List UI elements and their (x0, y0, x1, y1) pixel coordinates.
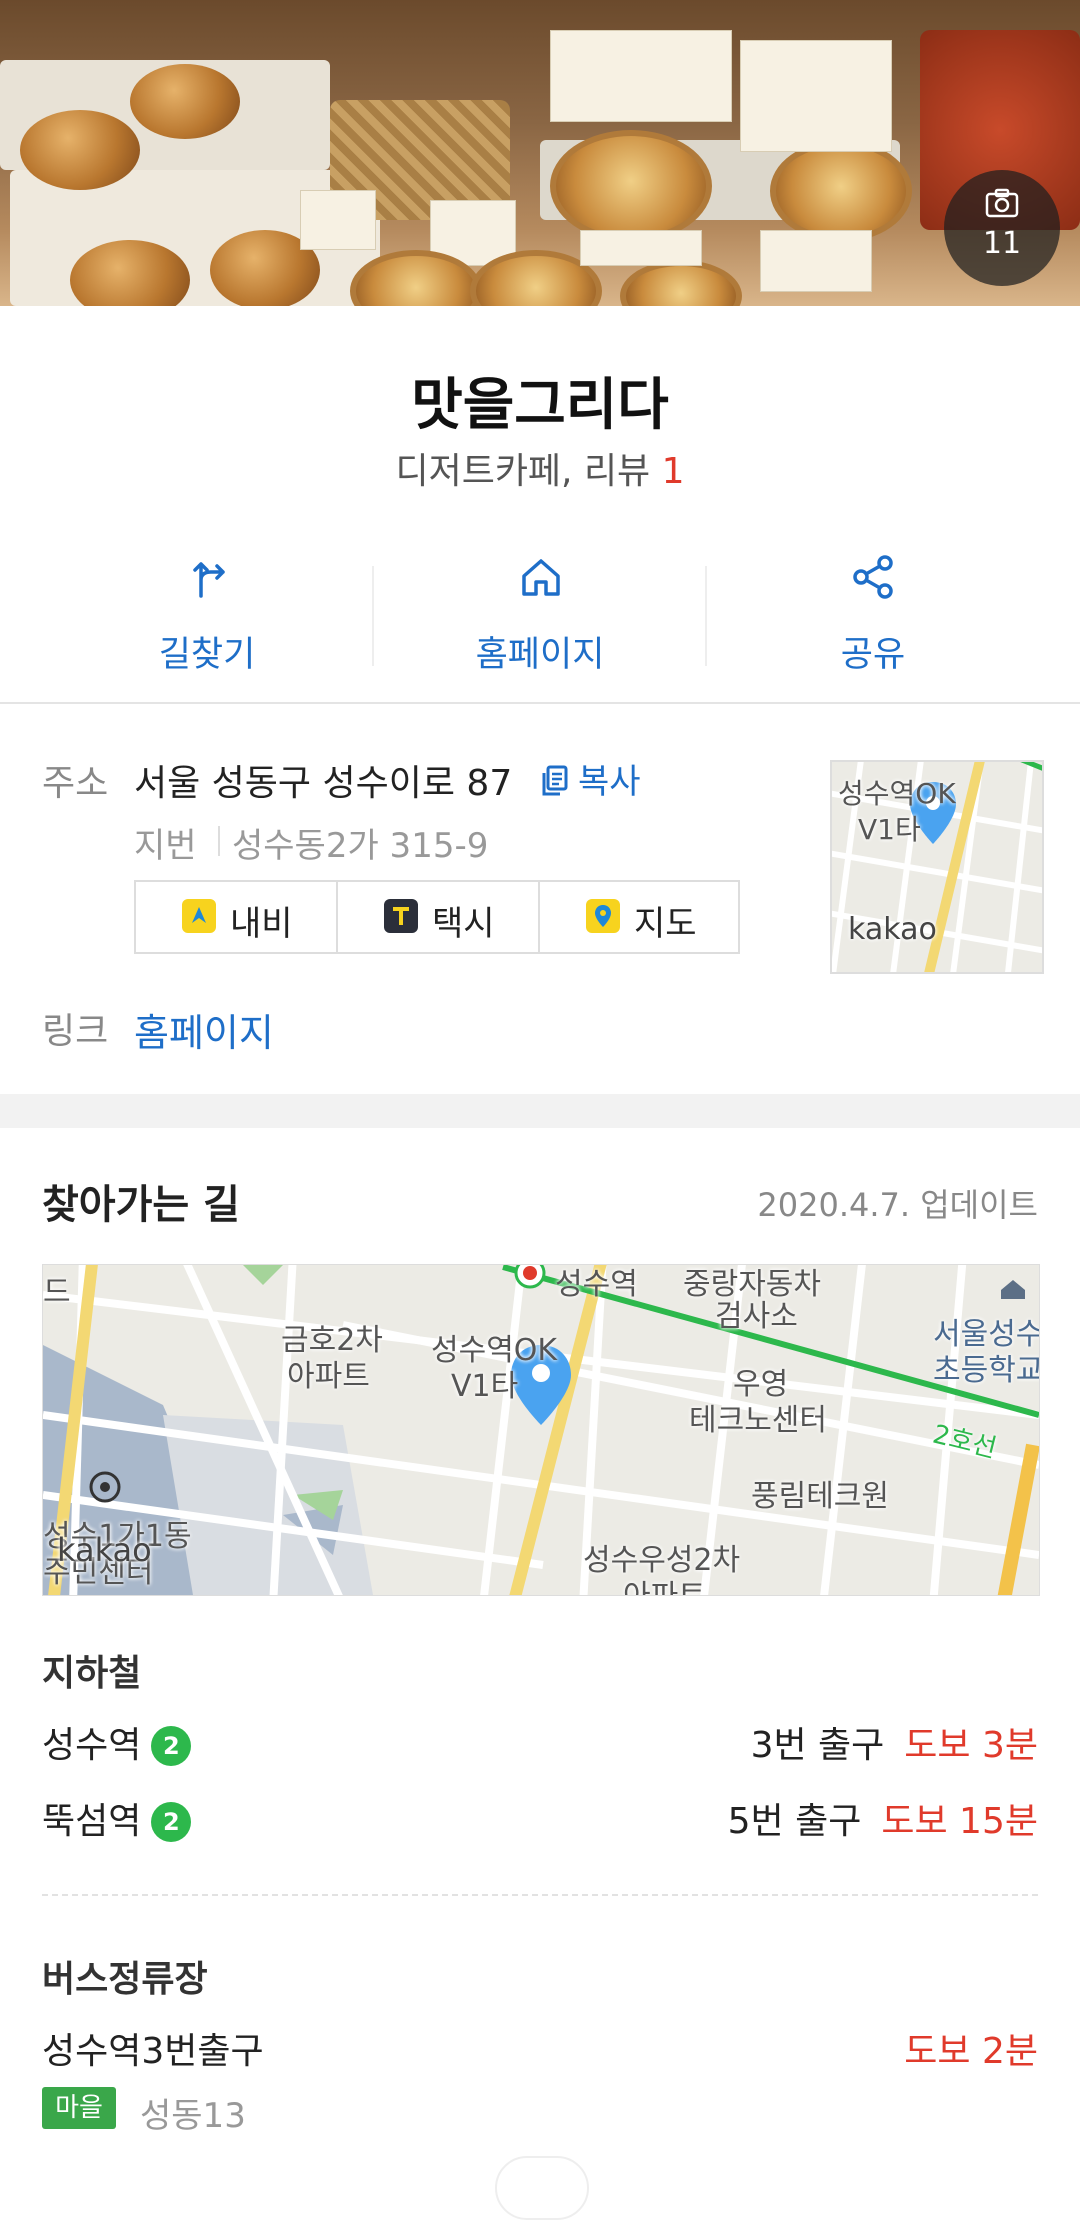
map-label: 검사소 (715, 1299, 798, 1334)
map-label: 아파트 (287, 1359, 370, 1394)
kakao-taxi-icon (384, 899, 418, 933)
line-2-badge: 2 (151, 1726, 192, 1766)
map-button[interactable]: 지도 (540, 882, 740, 952)
directions-button[interactable]: 길찾기 (40, 546, 374, 686)
subway-station[interactable]: 뚝섬역 2 (42, 1792, 192, 1844)
price-tag (760, 230, 872, 292)
mini-map[interactable]: 성수역OK V1타 kakao (830, 760, 1044, 974)
exit-number: 3번 출구 (750, 1725, 885, 1766)
map-label: 테크노센터 (689, 1403, 827, 1438)
scone-pastry (130, 64, 240, 139)
map-label: 풍림테크원 (751, 1479, 889, 1514)
subway-station[interactable]: 성수역 2 (42, 1716, 192, 1768)
divider (218, 826, 220, 856)
walk-time: 도보 3분 (904, 1725, 1038, 1766)
station-exit-info: 5번 출구 도보 15분 (728, 1792, 1038, 1844)
place-name: 맛을그리다 (411, 373, 669, 438)
menu-card (740, 40, 892, 152)
copy-icon (542, 765, 568, 796)
jibun-address: 성수동2가 315-9 (232, 826, 489, 866)
exit-number: 5번 출구 (727, 1801, 862, 1842)
camera-icon (985, 188, 1019, 218)
route-icon (193, 562, 225, 598)
home-icon (522, 559, 560, 596)
jibun-label: 지번 (134, 826, 197, 866)
homepage-link[interactable]: 홈페이지 (134, 1002, 274, 1057)
photo-count: 11 (982, 226, 1022, 261)
kakao-navi-icon (182, 899, 216, 933)
map-canvas (43, 1265, 1039, 1595)
place-category: 디저트카페, 리뷰 (395, 451, 651, 492)
taxi-button[interactable]: 택시 (338, 882, 538, 952)
taxi-label: 택시 (432, 904, 495, 944)
copy-address-button[interactable]: 복사 (540, 754, 641, 803)
price-tag (580, 230, 702, 266)
price-tag (300, 190, 376, 250)
place-subtitle: 디저트카페, 리뷰 1 (0, 442, 1080, 494)
address-label: 주소 (42, 763, 109, 804)
updated-date: 2020.4.7. 업데이트 (757, 1186, 1038, 1224)
tart (620, 260, 742, 306)
place-photo[interactable]: 11 (0, 0, 1080, 306)
station-name: 뚝섬역 (42, 1801, 142, 1842)
kakao-logo: kakao (57, 1531, 152, 1569)
nav-button-group: 내비 택시 지도 (134, 880, 740, 954)
village-bus-badge: 마을 (42, 2087, 116, 2129)
place-info: 주소 서울 성동구 성수이로 87 복사 지번 성수동2가 315-9 내비 택… (0, 704, 1080, 1094)
map-label: 드 (43, 1275, 71, 1310)
share-button[interactable]: 공유 (706, 546, 1040, 686)
walk-time: 도보 15분 (881, 1801, 1038, 1842)
kakao-map-icon (586, 899, 620, 933)
navi-button[interactable]: 내비 (136, 882, 336, 952)
directions-map[interactable]: 성수역 중랑자동차 검사소 금호2차 아파트 성수역OK V1타 우영 테크노센… (42, 1264, 1040, 1596)
map-label: 아파트 (623, 1571, 706, 1595)
map-label: 지도 (634, 904, 697, 944)
scroll-top-button[interactable] (495, 2156, 589, 2220)
bus-route-number[interactable]: 성동13 (140, 2088, 246, 2137)
navi-label: 내비 (230, 904, 293, 944)
bus-stop-title: 버스정류장 (42, 1959, 208, 2000)
map-label: V1타 (451, 1369, 519, 1404)
tart (550, 130, 712, 242)
menu-card (550, 30, 732, 122)
homepage-button[interactable]: 홈페이지 (373, 546, 707, 686)
tart (770, 140, 912, 242)
bus-stop-name[interactable]: 성수역3번출구 (42, 2022, 264, 2074)
divider (42, 1894, 1038, 1896)
kakao-logo: kakao (848, 912, 937, 947)
directions-label: 길찾기 (158, 635, 256, 675)
bus-walk-time: 도보 2분 (904, 2031, 1038, 2072)
link-label: 링크 (42, 1011, 109, 1052)
map-label: 초등학교 (933, 1353, 1040, 1388)
mini-map-label: V1타 (858, 813, 921, 846)
action-bar: 길찾기 홈페이지 공유 (0, 546, 1080, 686)
map-label: 성수역 (555, 1267, 638, 1302)
address-text: 서울 성동구 성수이로 87 (134, 763, 513, 804)
mini-map-label: 성수역OK (838, 777, 956, 810)
photo-count-button[interactable]: 11 (944, 170, 1060, 286)
copy-label: 복사 (578, 762, 641, 802)
place-header: 맛을그리다 디저트카페, 리뷰 1 길찾기 홈페이지 공유 (0, 306, 1080, 704)
review-count[interactable]: 1 (662, 451, 685, 492)
subway-title: 지하철 (42, 1653, 142, 1694)
section-gap (0, 1094, 1080, 1128)
homepage-label: 홈페이지 (475, 635, 605, 675)
line-2-badge: 2 (151, 1802, 192, 1842)
directions-title: 찾아가는 길 (42, 1182, 240, 1228)
station-name: 성수역 (42, 1725, 142, 1766)
scone-pastry (20, 110, 140, 190)
station-exit-info: 3번 출구 도보 3분 (751, 1716, 1038, 1768)
share-label: 공유 (840, 635, 906, 675)
share-icon (853, 555, 893, 599)
